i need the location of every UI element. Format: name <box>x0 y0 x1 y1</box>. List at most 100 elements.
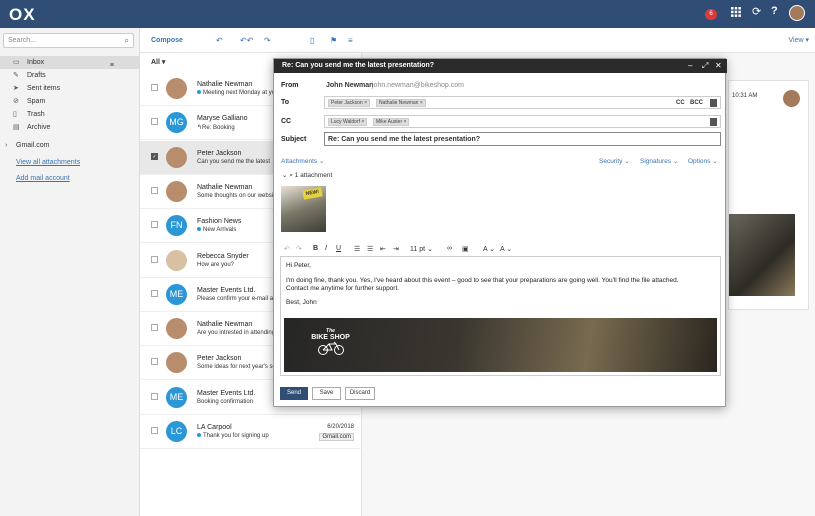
link-icon[interactable]: ∞ <box>447 245 452 252</box>
discard-button[interactable]: Discard <box>345 387 375 400</box>
sender-avatar <box>783 90 800 107</box>
message-preview: Booking confirmation <box>197 399 253 405</box>
account-gmail[interactable]: › Gmail.com <box>0 139 140 152</box>
signatures-dropdown[interactable]: Signatures ⌄ <box>640 157 678 165</box>
row-checkbox[interactable] <box>151 324 158 332</box>
folder-inbox[interactable]: ▭ Inbox ≡ <box>0 56 140 69</box>
numbered-list-icon[interactable]: ☰ <box>367 245 373 253</box>
expand-icon[interactable]: ⤢ <box>702 61 708 71</box>
reply-all-icon[interactable]: ↶↶ <box>240 36 253 45</box>
row-checkbox[interactable] <box>151 221 158 229</box>
indent-icon[interactable]: ⇥ <box>393 245 399 253</box>
options-dropdown[interactable]: Options ⌄ <box>688 157 718 165</box>
from-name[interactable]: John Newman <box>326 82 373 89</box>
security-dropdown[interactable]: Security ⌄ <box>599 157 630 165</box>
row-checkbox[interactable] <box>151 427 158 434</box>
folder-archive[interactable]: ▤ Archive <box>0 121 140 134</box>
bullet-list-icon[interactable]: ☰ <box>354 245 360 253</box>
message-body-editor[interactable]: Hi Peter, I'm doing fine, thank you. Yes… <box>280 256 721 376</box>
chevron-right-icon[interactable]: › <box>5 139 7 152</box>
text-color-icon[interactable]: A ⌄ <box>483 245 495 253</box>
reply-icon[interactable]: ↶ <box>216 36 223 45</box>
close-icon[interactable]: ✕ <box>715 61 722 70</box>
undo-icon[interactable]: ↶ <box>284 245 290 253</box>
attachments-dropdown[interactable]: Attachments ⌄ <box>281 157 324 165</box>
search-input[interactable]: Search... ⌕ <box>3 33 134 48</box>
highlight-icon[interactable]: A ⌄ <box>500 245 512 253</box>
view-all-attachments-link[interactable]: View all attachments <box>16 159 80 166</box>
address-book-icon[interactable] <box>710 118 717 126</box>
compose-title: Re: Can you send me the latest presentat… <box>274 59 727 73</box>
preview-text: Booking confirmation <box>197 398 254 405</box>
view-dropdown[interactable]: View ▾ <box>788 36 809 44</box>
cc-label: CC <box>281 118 292 125</box>
unread-dot-icon <box>197 90 201 94</box>
attachment-count[interactable]: ⌄ ⌕ 1 attachment <box>282 171 332 180</box>
row-checkbox[interactable] <box>151 186 158 194</box>
font-size-value: 11 pt <box>410 246 426 253</box>
image-icon[interactable]: ▣ <box>462 245 469 253</box>
row-checkbox[interactable] <box>151 255 158 263</box>
row-checkbox[interactable] <box>151 84 158 91</box>
from-email[interactable]: john.newman@bikeshop.com <box>372 82 464 89</box>
apps-grid-icon[interactable] <box>731 7 741 19</box>
attachment-count-label: 1 attachment <box>294 172 333 179</box>
user-avatar[interactable] <box>789 5 805 21</box>
underline-icon[interactable]: U <box>336 245 341 252</box>
folder-spam[interactable]: ⊘ Spam <box>0 95 140 108</box>
sender-name: Maryse Galliano <box>197 115 248 123</box>
help-icon[interactable]: ? <box>771 5 778 17</box>
message-preview: New Arrivals <box>197 227 236 233</box>
folder-sent[interactable]: ➤ Sent items <box>0 82 140 95</box>
search-icon[interactable]: ⌕ <box>125 36 129 46</box>
delete-icon[interactable]: ▯ <box>310 36 314 45</box>
list-item[interactable]: LC LA Carpool Thank you for signing up 6/20… <box>140 415 362 449</box>
folder-label: Drafts <box>27 72 46 79</box>
recipient-chip[interactable]: Lucy Waldorf × <box>328 118 368 126</box>
bold-icon[interactable]: B <box>313 245 318 252</box>
folder-trash[interactable]: ▯ Trash <box>0 108 140 121</box>
to-field[interactable]: Peter Jackson × Nathalie Newman × CC BCC <box>324 96 721 109</box>
more-menu-icon[interactable]: ≡ <box>348 36 353 45</box>
add-mail-account-link[interactable]: Add mail account <box>16 175 70 182</box>
chevron-down-icon: ⌄ <box>282 172 288 179</box>
avatar: LC <box>166 421 187 442</box>
subject-input[interactable]: Re: Can you send me the latest presentat… <box>324 132 721 146</box>
send-button[interactable]: Send <box>280 387 308 400</box>
forward-icon[interactable]: ↷ <box>264 36 271 45</box>
recipient-chip[interactable]: Mike Auster × <box>373 118 410 126</box>
minimize-icon[interactable]: – <box>688 61 692 70</box>
italic-icon[interactable]: I <box>325 245 327 252</box>
row-checkbox[interactable] <box>151 289 158 297</box>
options-label: Options <box>688 158 711 165</box>
recipient-chip[interactable]: Nathalie Newman × <box>376 99 426 107</box>
refresh-icon[interactable]: ⟳ <box>752 5 761 18</box>
attachment-thumbnail[interactable]: NEW! <box>281 186 326 232</box>
recipient-chip[interactable]: Peter Jackson × <box>328 99 370 107</box>
bookmark-icon[interactable]: ⚑ <box>330 36 337 45</box>
notification-badge[interactable]: 6 <box>705 9 717 20</box>
cc-field[interactable]: Lucy Waldorf × Mike Auster × <box>324 115 721 128</box>
trash-icon: ▯ <box>13 111 17 118</box>
save-button[interactable]: Save <box>312 387 341 400</box>
row-checkbox[interactable] <box>151 118 158 126</box>
cc-toggle[interactable]: CC <box>676 100 685 106</box>
body-signoff: Best, John <box>286 299 317 306</box>
outdent-icon[interactable]: ⇤ <box>380 245 386 253</box>
avatar: MG <box>166 112 187 134</box>
row-checkbox[interactable] <box>151 358 158 366</box>
new-badge: NEW! <box>302 187 323 200</box>
preview-text: Are you intrested in attending th <box>197 330 282 337</box>
row-checkbox[interactable] <box>151 392 158 400</box>
preview-text: ↰Re: Booking <box>197 125 235 132</box>
font-size-dropdown[interactable]: 11 pt ⌄ <box>410 245 433 253</box>
compose-button[interactable]: Compose <box>151 37 183 44</box>
folder-drafts[interactable]: ✎ Drafts <box>0 69 140 82</box>
chip-label: Lucy Waldorf <box>331 119 360 125</box>
filter-dropdown[interactable]: All ▾ <box>151 58 165 66</box>
row-checkbox[interactable]: ✓ <box>151 152 158 160</box>
redo-icon[interactable]: ↷ <box>296 245 302 253</box>
bcc-toggle[interactable]: BCC <box>690 100 703 106</box>
address-book-icon[interactable] <box>710 99 717 107</box>
message-date: 6/20/2018 <box>327 424 354 430</box>
